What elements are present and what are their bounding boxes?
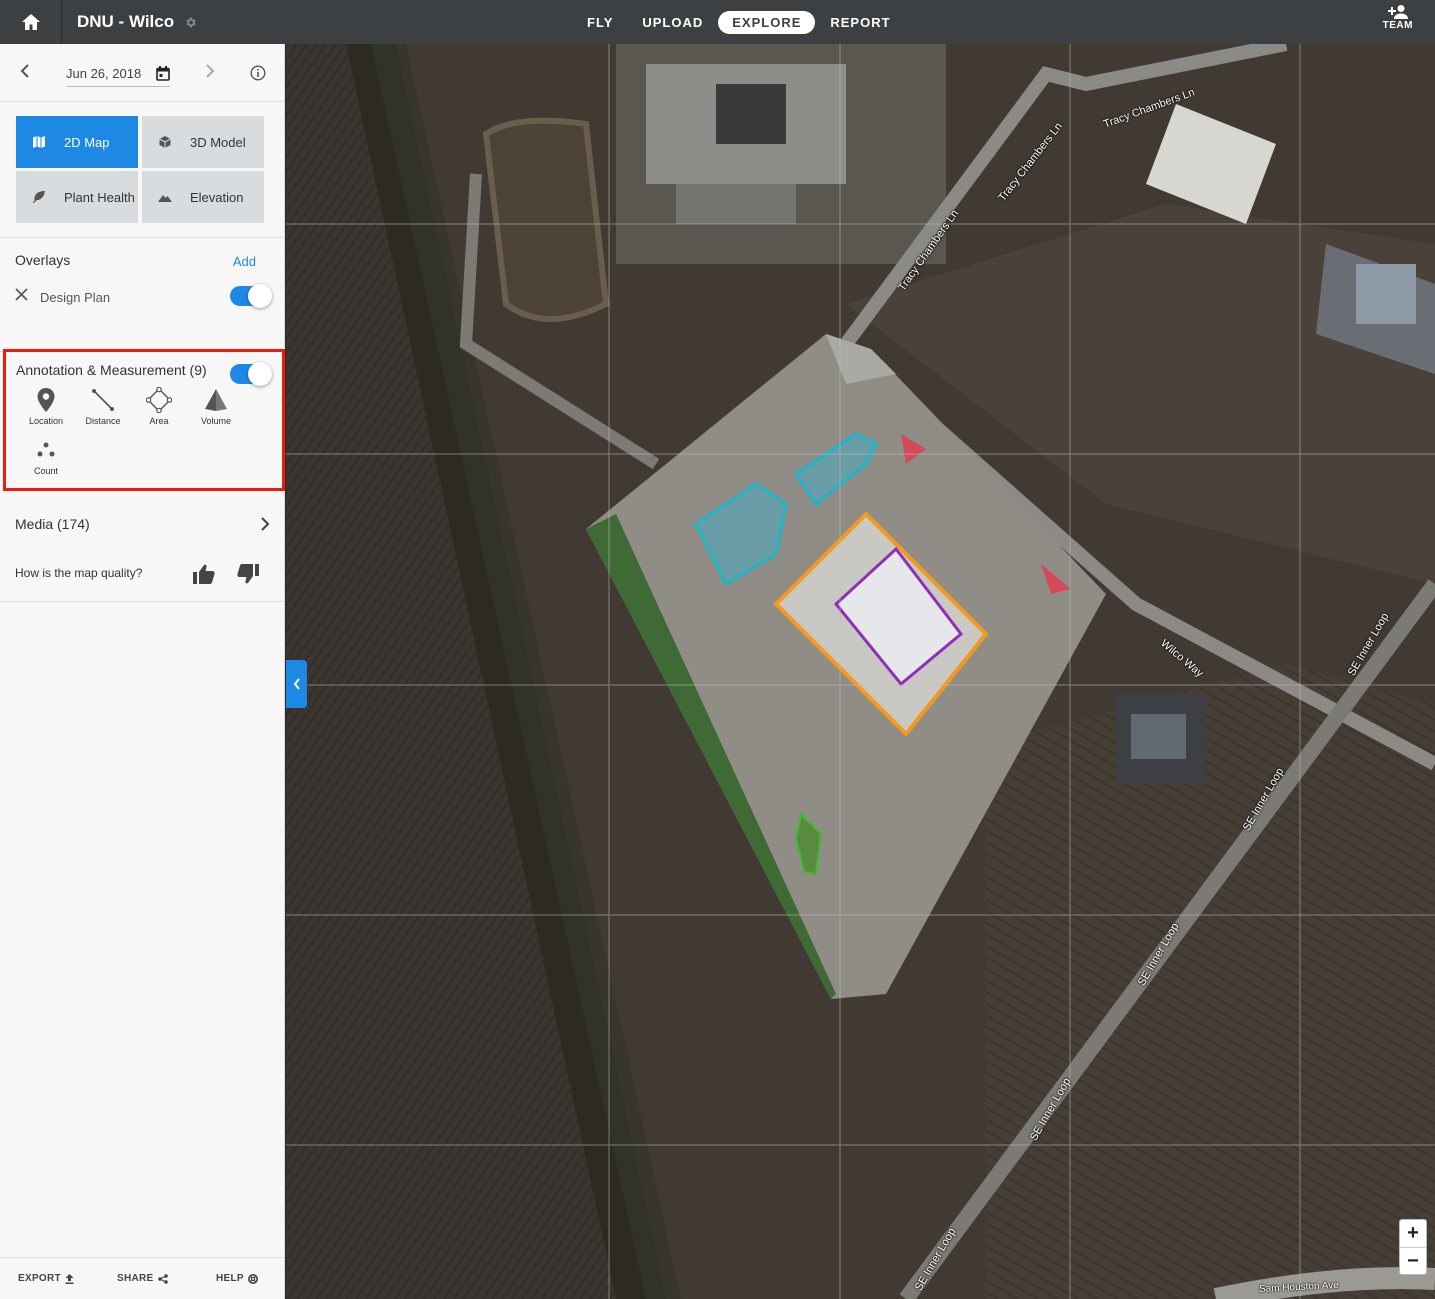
view-elevation-button[interactable]: Elevation [142,171,264,223]
satellite-imagery [286,44,1435,1299]
previous-date-button[interactable] [20,64,30,83]
overlays-section: Overlays Add Design Plan [0,238,284,352]
count-icon [35,436,57,464]
thumbs-down-icon [237,564,259,584]
tool-location-button[interactable]: Location [18,386,74,426]
collapse-sidebar-button[interactable] [286,660,307,708]
view-elevation-label: Elevation [190,189,244,205]
view-3d-model-label: 3D Model [190,134,246,150]
add-overlay-link[interactable]: Add [233,254,256,269]
tool-location-label: Location [28,416,64,426]
media-row[interactable]: Media (174) [15,516,270,532]
zoom-in-button[interactable]: + [1400,1220,1426,1247]
share-button[interactable]: SHARE [117,1273,168,1284]
zoom-out-button[interactable]: − [1400,1247,1426,1274]
tool-count-label: Count [33,466,59,476]
thumbs-up-button[interactable] [193,564,215,589]
share-label: SHARE [117,1273,154,1284]
media-section: Media (174) How is the map quality? [0,496,285,602]
lifebuoy-icon [247,1273,258,1284]
date-row: Jun 26, 2018 [0,44,284,102]
annotation-title: Annotation & Measurement (9) [16,362,207,378]
distance-icon [91,386,115,414]
view-mode-grid: 2D Map 3D Model Plant Health Elevation [0,102,284,238]
thumbs-up-icon [193,564,215,584]
export-button[interactable]: EXPORT [18,1273,74,1284]
sidebar-footer: EXPORT SHARE HELP [0,1257,285,1299]
view-2d-map-label: 2D Map [64,134,110,150]
overlay-toggle[interactable] [230,284,272,308]
view-2d-map-button[interactable]: 2D Map [16,116,138,168]
remove-overlay-button[interactable] [15,288,28,306]
area-icon [146,386,172,414]
view-plant-health-label: Plant Health [64,189,135,205]
main-nav: FLY UPLOAD EXPLORE REPORT [573,0,906,44]
home-button[interactable] [0,0,62,44]
mountain-icon [158,192,172,202]
tool-distance-button[interactable]: Distance [75,386,131,426]
view-plant-health-button[interactable]: Plant Health [16,171,138,223]
nav-fly[interactable]: FLY [573,11,627,34]
sidebar: Jun 26, 2018 2D Map 3D Model Plant Healt… [0,44,285,1299]
overlay-item-design-plan: Design Plan [15,284,272,308]
help-label: HELP [216,1273,244,1284]
cube-icon [158,136,172,148]
close-icon [15,288,28,301]
leaf-icon [32,191,46,203]
home-icon [21,14,40,30]
nav-explore[interactable]: EXPLORE [718,10,816,34]
project-title: DNU - Wilco [77,12,175,31]
tool-area-button[interactable]: Area [131,386,187,426]
nav-report[interactable]: REPORT [816,11,904,34]
team-label: TEAM [1382,20,1413,31]
share-icon [157,1273,168,1284]
tool-count-button[interactable]: Count [18,436,74,476]
view-3d-model-button[interactable]: 3D Model [142,116,264,168]
next-date-button[interactable] [205,64,215,83]
calendar-icon [156,65,170,81]
map-icon [32,136,46,148]
team-button[interactable]: TEAM [1383,4,1413,31]
add-person-icon [1387,5,1408,19]
chevron-right-icon [206,64,215,78]
chevron-left-icon [20,64,29,78]
annotation-toggle[interactable] [230,362,272,386]
location-pin-icon [37,386,55,414]
overlays-title: Overlays [15,252,71,268]
info-icon[interactable] [250,65,266,86]
annotation-measurement-section: Annotation & Measurement (9) Location Di… [3,349,285,491]
tool-volume-button[interactable]: Volume [188,386,244,426]
gear-icon[interactable] [184,16,197,29]
chevron-left-icon [293,678,300,690]
zoom-control: + − [1399,1219,1427,1275]
map-quality-label: How is the map quality? [15,566,143,580]
help-button[interactable]: HELP [216,1273,258,1284]
nav-upload[interactable]: UPLOAD [628,11,717,34]
map-quality-row: How is the map quality? [15,564,265,584]
date-value: Jun 26, 2018 [66,65,142,81]
date-picker[interactable]: Jun 26, 2018 [66,60,170,87]
overlay-label: Design Plan [40,289,111,305]
map-canvas[interactable]: Tracy Chambers Ln Tracy Chambers Ln Trac… [286,44,1435,1299]
media-label: Media (174) [15,516,90,532]
top-bar: DNU - Wilco FLY UPLOAD EXPLORE REPORT TE… [0,0,1435,44]
tool-area-label: Area [149,416,169,426]
volume-icon [204,386,228,414]
tool-volume-label: Volume [200,416,232,426]
upload-icon [65,1273,74,1284]
tool-distance-label: Distance [85,416,121,426]
export-label: EXPORT [18,1273,61,1284]
chevron-right-icon [261,517,270,531]
thumbs-down-button[interactable] [237,564,259,589]
